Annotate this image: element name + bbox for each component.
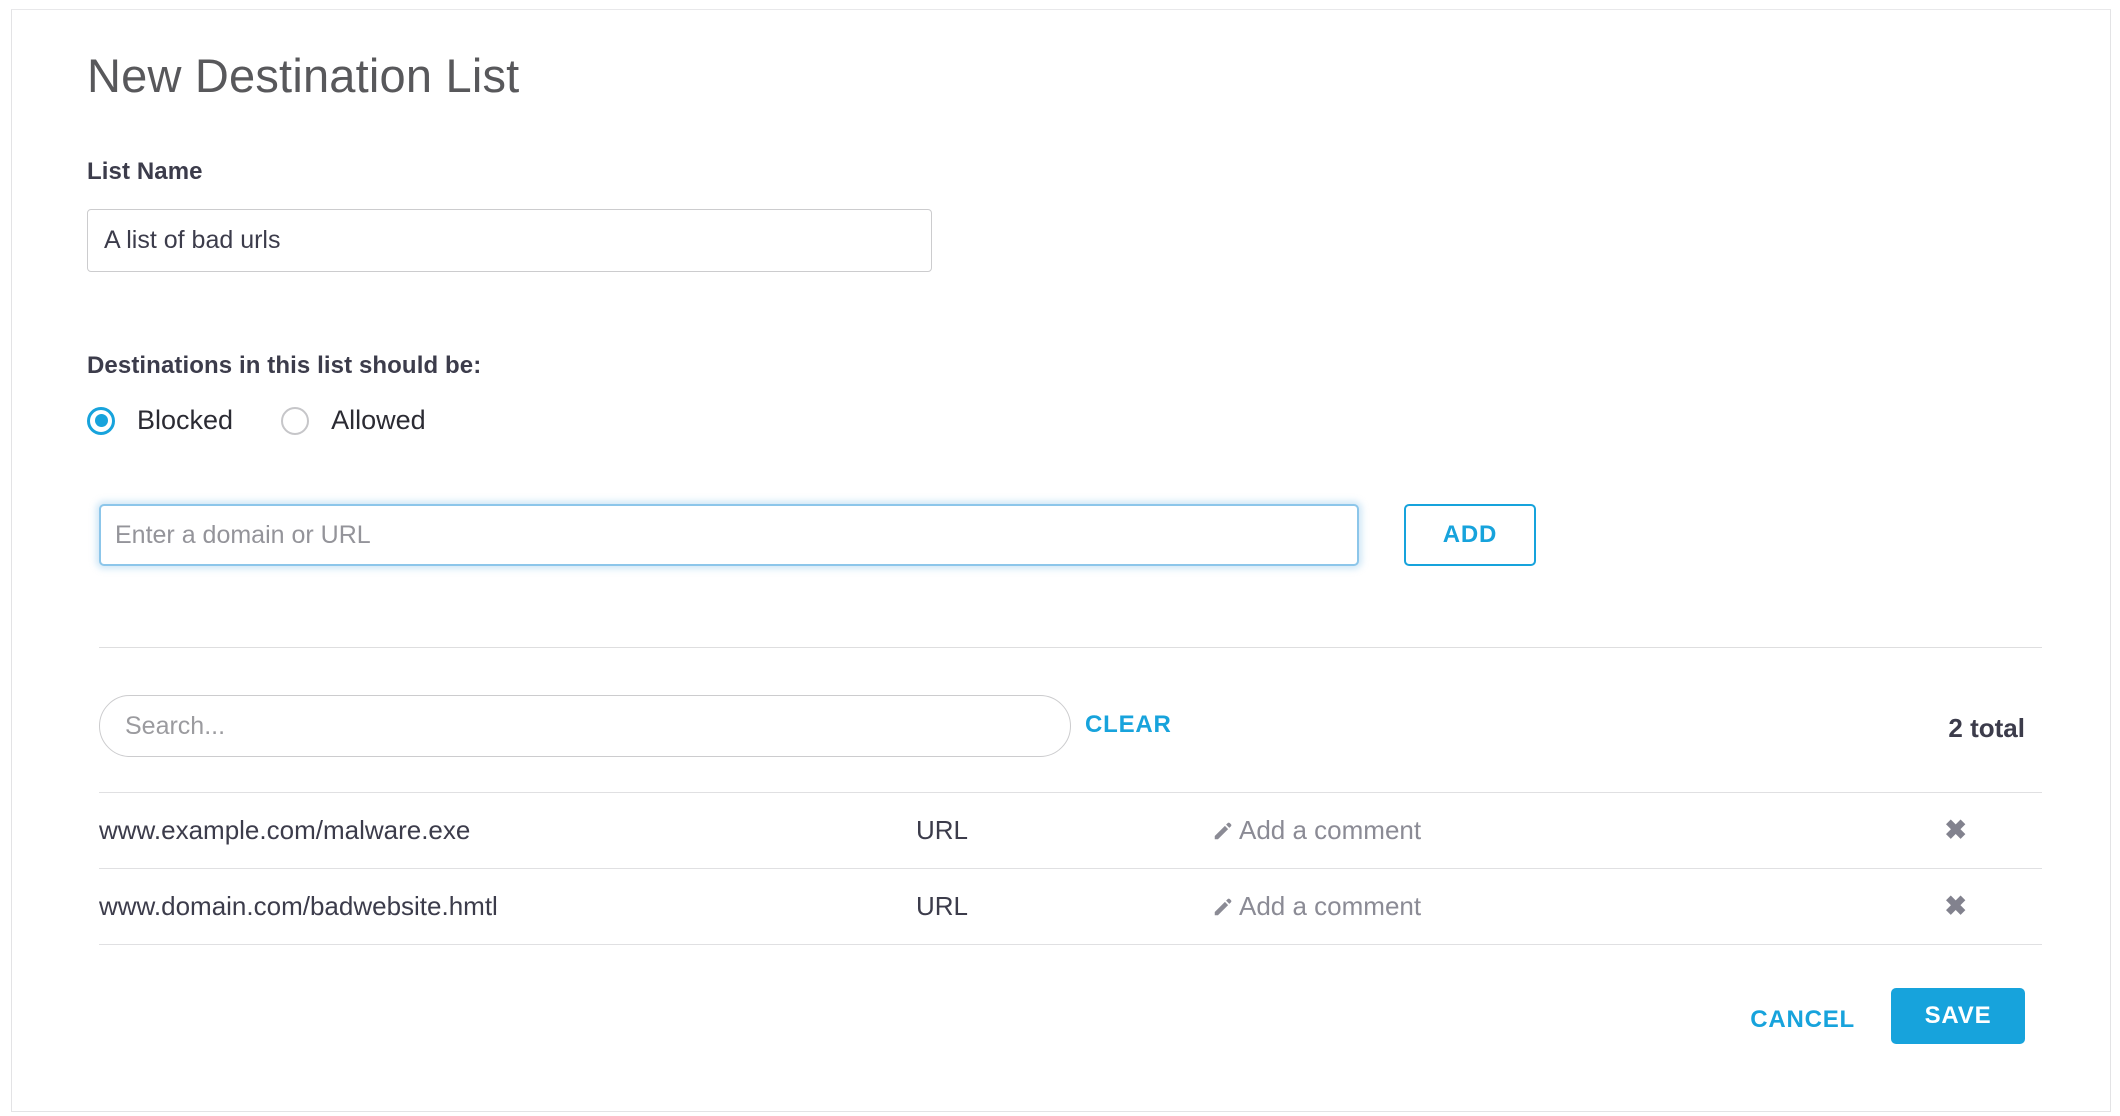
page-root: New Destination List List Name Destinati… (0, 0, 2120, 1116)
radio-blocked[interactable] (87, 406, 115, 435)
destination-type-value: URL (916, 891, 969, 921)
pencil-icon (1214, 898, 1232, 915)
table-row: www.example.com/malware.exe URL Add a co… (99, 793, 2042, 869)
page-title: New Destination List (87, 49, 520, 102)
add-comment-button[interactable]: Add a comment (1212, 891, 1421, 922)
list-name-label: List Name (87, 158, 203, 185)
add-comment-button[interactable]: Add a comment (1212, 815, 1421, 846)
destinations-table: www.example.com/malware.exe URL Add a co… (99, 792, 2042, 945)
radio-allowed[interactable] (281, 406, 310, 435)
destination-value: www.example.com/malware.exe (99, 815, 471, 845)
destination-type-label: Destinations in this list should be: (87, 352, 482, 379)
pencil-icon (1214, 822, 1232, 839)
radio-blocked-label[interactable]: Blocked (137, 405, 233, 436)
cancel-button[interactable]: CANCEL (1750, 1006, 1855, 1034)
total-count: 2 total (1948, 713, 2025, 743)
search-input[interactable] (99, 695, 1071, 757)
list-name-input[interactable] (87, 209, 932, 272)
save-button[interactable]: SAVE (1891, 988, 2025, 1044)
add-comment-label: Add a comment (1239, 815, 1422, 845)
clear-search-button[interactable]: CLEAR (1085, 711, 1172, 739)
radio-allowed-label[interactable]: Allowed (331, 405, 426, 436)
destination-list-card: New Destination List List Name Destinati… (11, 9, 2111, 1112)
destination-type-value: URL (916, 815, 969, 845)
destination-type-radio-group: Blocked Allowed (87, 405, 426, 436)
domain-or-url-input[interactable] (99, 504, 1359, 566)
destination-value: www.domain.com/badwebsite.hmtl (99, 891, 498, 921)
add-button[interactable]: ADD (1404, 504, 1536, 566)
add-comment-label: Add a comment (1239, 891, 1422, 921)
section-divider (99, 647, 2042, 648)
delete-row-button[interactable]: ✖ (1944, 893, 1967, 920)
table-row: www.domain.com/badwebsite.hmtl URL Add a… (99, 869, 2042, 945)
delete-row-button[interactable]: ✖ (1944, 817, 1967, 844)
